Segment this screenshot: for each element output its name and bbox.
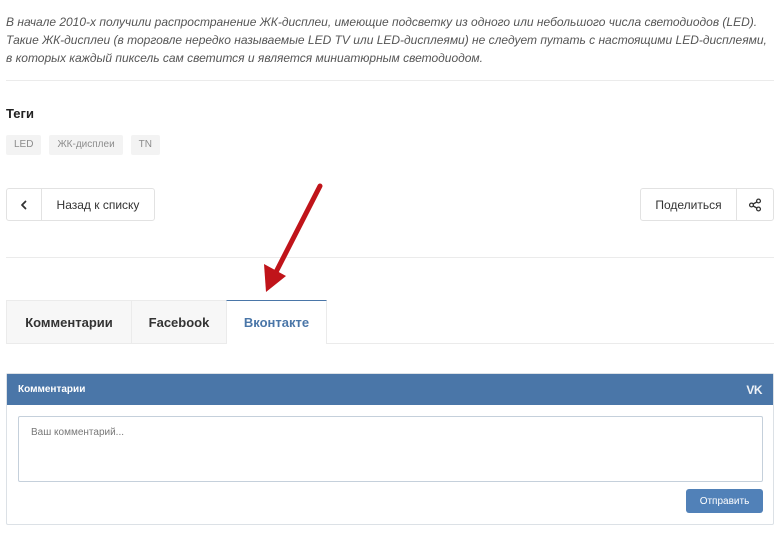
comment-input[interactable] bbox=[18, 416, 763, 482]
tag-tn[interactable]: TN bbox=[130, 135, 161, 155]
vk-logo-icon: VK bbox=[746, 382, 762, 397]
tabs-baseline bbox=[326, 343, 774, 344]
back-to-list-label: Назад к списку bbox=[56, 197, 140, 212]
tab-vkontakte[interactable]: Вконтакте bbox=[226, 300, 327, 344]
share-label: Поделиться bbox=[641, 189, 737, 220]
submit-comment-button[interactable]: Отправить bbox=[686, 489, 763, 513]
chevron-left-icon bbox=[7, 189, 42, 220]
tags-list: LED ЖК-дисплеи TN bbox=[6, 135, 161, 155]
divider bbox=[6, 257, 774, 258]
divider bbox=[6, 80, 774, 81]
tag-lcd[interactable]: ЖК-дисплеи bbox=[49, 135, 123, 155]
vk-comments-widget: Комментарии VK Отправить bbox=[6, 373, 774, 525]
share-button[interactable]: Поделиться bbox=[640, 188, 774, 221]
tag-led[interactable]: LED bbox=[6, 135, 42, 155]
tab-comments[interactable]: Комментарии bbox=[6, 300, 131, 344]
vk-widget-header: Комментарии VK bbox=[7, 374, 773, 405]
article-text: В начале 2010-х получили распространение… bbox=[6, 15, 767, 65]
vk-widget-title: Комментарии bbox=[18, 384, 86, 395]
back-to-list-button[interactable]: Назад к списку bbox=[6, 188, 155, 221]
share-icon bbox=[737, 189, 773, 220]
comments-tabs: Комментарии Facebook Вконтакте bbox=[6, 300, 327, 344]
tab-facebook[interactable]: Facebook bbox=[131, 300, 226, 344]
tags-title: Теги bbox=[6, 106, 34, 121]
